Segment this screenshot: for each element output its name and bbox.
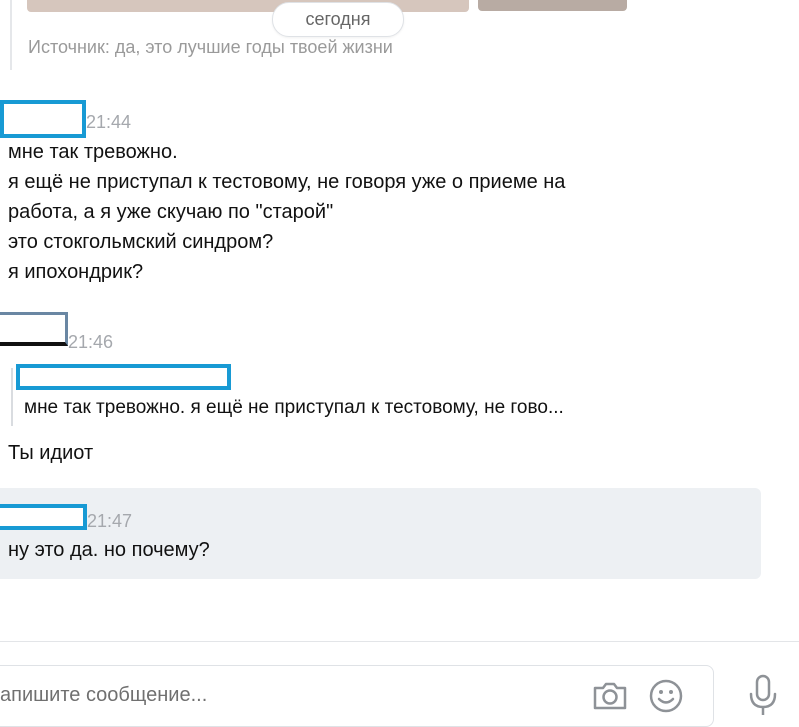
redacted-reply-author xyxy=(16,364,231,390)
microphone-icon[interactable] xyxy=(748,674,778,717)
message-highlight xyxy=(0,488,761,579)
message-line: Ты идиот xyxy=(8,442,94,464)
attachment-thumbnail[interactable] xyxy=(27,0,469,12)
emoji-icon[interactable] xyxy=(648,678,684,714)
message-line: мне так тревожно. xyxy=(8,141,178,163)
redacted-author-name[interactable] xyxy=(0,504,87,530)
date-divider: сегодня xyxy=(272,2,404,37)
message-time: 21:47 xyxy=(87,511,133,531)
message-time: 21:44 xyxy=(86,112,132,132)
redacted-author-name[interactable] xyxy=(0,100,86,138)
message-input-placeholder: апишите сообщение... xyxy=(0,684,208,706)
attachment-thumbnail[interactable] xyxy=(478,0,627,11)
message-line: это стокгольмский синдром? xyxy=(8,231,274,253)
message-line: я ещё не приступал к тестовому, не говор… xyxy=(8,171,566,193)
quote-bar xyxy=(10,0,12,70)
reply-quote-bar xyxy=(11,368,13,426)
reply-preview[interactable]: мне так тревожно. я ещё не приступал к т… xyxy=(24,397,564,419)
message-body: мне так тревожно. я ещё не приступал к т… xyxy=(8,137,565,287)
redacted-avatar-name[interactable] xyxy=(0,312,68,346)
message-line: работа, а я уже скучаю по "старой" xyxy=(8,201,334,223)
message-line: ну это да. но почему? xyxy=(8,539,210,561)
message-line: я ипохондрик? xyxy=(8,261,144,283)
source-caption: Источник: да, это лучшие годы твоей жизн… xyxy=(28,37,393,57)
input-divider xyxy=(0,641,799,642)
message-time: 21:46 xyxy=(68,332,114,352)
camera-icon[interactable] xyxy=(592,680,628,710)
